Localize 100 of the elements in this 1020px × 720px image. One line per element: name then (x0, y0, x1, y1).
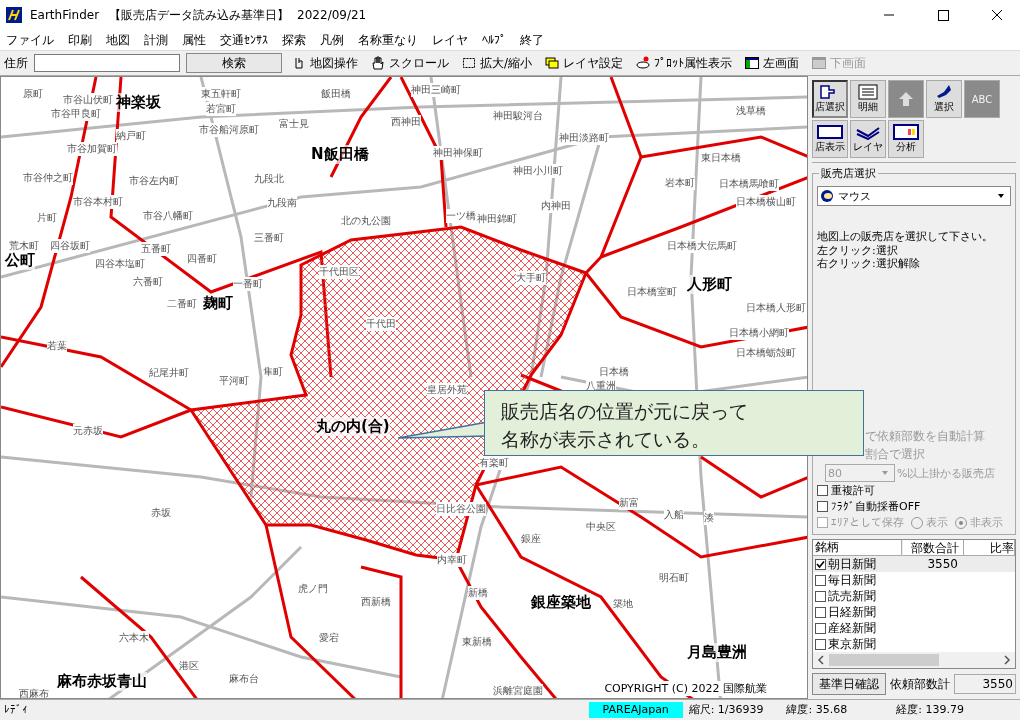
place-label: 明石町 (659, 571, 689, 585)
toolbar-button[interactable]: ﾌﾟﾛｯﾄ属性表示 (632, 54, 736, 72)
status-text: ﾚﾃﾞｨ (3, 702, 29, 718)
checkbox[interactable] (817, 501, 828, 512)
request-total-field: 3550 (954, 674, 1016, 694)
area-label: 神楽坂 (116, 93, 161, 112)
checkbox[interactable] (815, 558, 826, 570)
address-field[interactable] (34, 54, 180, 72)
place-label: 日本橋蛎殻町 (736, 346, 796, 360)
tool-button[interactable]: 店選択 (812, 80, 848, 118)
place-label: 市谷本村町 (73, 195, 123, 209)
menu-item[interactable]: ﾍﾙﾌﾟ (482, 33, 506, 47)
checkbox[interactable] (815, 622, 826, 634)
place-label: 日本橋小網町 (729, 326, 789, 340)
area-label: 銀座築地 (531, 593, 591, 612)
instruction-text: 地図上の販売店を選択して下さい。 (817, 229, 994, 244)
horizontal-scrollbar[interactable] (813, 652, 1015, 668)
table-row[interactable]: 毎日新聞 (813, 572, 1015, 588)
place-label: 五番町 (141, 242, 171, 256)
tool-button[interactable]: 明細 (850, 80, 886, 118)
place-label: 皇居外苑 (427, 383, 467, 397)
checkbox[interactable] (815, 590, 826, 602)
app-logo-icon (6, 7, 22, 23)
place-label: 浜離宮庭園 (493, 684, 543, 698)
menu-item[interactable]: 計測 (144, 31, 168, 49)
place-label: 有楽町 (479, 456, 509, 470)
place-label: 日本橋馬喰町 (719, 177, 779, 191)
place-label: 九段北 (254, 172, 284, 186)
place-label: 東新橋 (462, 635, 492, 649)
place-label: 内神田 (541, 199, 571, 213)
menu-item[interactable]: ファイル (6, 31, 54, 49)
menu-item[interactable]: 地図 (106, 31, 130, 49)
callout-text: 販売店名の位置が元に戻って (501, 399, 749, 424)
place-label: 神田淡路町 (559, 131, 609, 145)
menu-item[interactable]: 凡例 (320, 31, 344, 49)
window-title: 【販売店データ読み込み基準日】 (109, 6, 290, 24)
menu-item[interactable]: 終了 (520, 31, 544, 49)
table-cell: 東京新聞 (828, 635, 876, 653)
tool-button[interactable]: 店表示 (812, 120, 848, 158)
place-label: 市谷仲之町 (23, 171, 73, 185)
checkbox[interactable] (817, 485, 828, 496)
confirm-date-button[interactable]: 基準日確認 (812, 673, 886, 695)
checkbox[interactable] (815, 574, 826, 586)
hint-text: 左クリック:選択 (817, 245, 899, 258)
place-label: 飯田橋 (321, 87, 351, 101)
menu-item[interactable]: 名称重なり (358, 31, 418, 49)
tool-button[interactable]: レイヤ (850, 120, 886, 158)
table-row[interactable]: 産経新聞 (813, 620, 1015, 636)
window-icon (744, 55, 761, 71)
place-label: 紀尾井町 (149, 366, 189, 380)
toolbar-button[interactable]: スクロール (367, 54, 452, 72)
address-label: 住所 (4, 54, 28, 72)
place-label: 日本橋横山町 (736, 195, 796, 209)
counter-icon (815, 124, 845, 140)
place-label: 日本橋 (599, 365, 629, 379)
place-label: 市谷八幡町 (143, 209, 193, 223)
area-label: 人形町 (687, 275, 732, 294)
place-label: 市谷甲良町 (51, 107, 101, 121)
search-button[interactable]: 検索 (186, 53, 282, 73)
checkbox-label: ﾌﾗｸﾞ自動採番OFF (831, 499, 921, 514)
map-drawing[interactable] (1, 77, 807, 698)
table-cell: 日経新聞 (828, 603, 876, 621)
layer-indicator: PAREAJapan (588, 702, 683, 718)
menu-item[interactable]: レイヤ (432, 31, 468, 49)
menu-item[interactable]: 交通ｾﾝｻｽ (220, 31, 268, 49)
place-label: 四番町 (187, 252, 217, 266)
place-label: 大手町 (516, 271, 546, 285)
table-row[interactable]: 読売新聞 (813, 588, 1015, 604)
menu-item[interactable]: 印刷 (68, 31, 92, 49)
place-label: 愛宕 (319, 631, 339, 645)
table-row[interactable]: 日経新聞 (813, 604, 1015, 620)
callout-text: 名称が表示されている。 (501, 427, 711, 452)
area-label: 麹町 (203, 294, 233, 313)
menu-item[interactable]: 探索 (282, 31, 306, 49)
place-label: 浅草橋 (736, 104, 766, 118)
place-label: 東五軒町 (201, 87, 241, 101)
mode-dropdown[interactable]: マウス (817, 186, 1011, 206)
checkbox[interactable] (815, 638, 826, 650)
place-label: 市谷加賀町 (67, 142, 117, 156)
checkbox[interactable] (815, 606, 826, 618)
table-row[interactable]: 東京新聞 (813, 636, 1015, 652)
eye-icon (635, 55, 652, 71)
tool-button[interactable]: 選択 (926, 80, 962, 118)
dashed-rect-icon (461, 55, 477, 71)
toolbar-button[interactable]: 拡大/縮小 (458, 54, 536, 72)
toolbar-button[interactable]: 左画面 (741, 54, 803, 72)
place-label: 富士見 (279, 117, 309, 131)
place-label: 内幸町 (437, 553, 467, 567)
place-label: 四谷坂町 (50, 239, 90, 253)
toolbar-button[interactable]: 地図操作 (288, 54, 361, 72)
toolbar-button[interactable]: レイヤ設定 (541, 54, 627, 72)
place-label: 港区 (179, 659, 199, 673)
place-label: 日本橋大伝馬町 (667, 239, 737, 253)
table-row[interactable]: 朝日新聞 3550 (813, 556, 1015, 572)
menu-item[interactable]: 属性 (182, 31, 206, 49)
place-label: 新富 (619, 496, 639, 510)
place-label: 一ツ橋 (446, 209, 476, 223)
place-label: 若宮町 (206, 102, 236, 116)
place-label: 入船 (664, 508, 684, 522)
tool-button[interactable]: 分析 (888, 120, 924, 158)
